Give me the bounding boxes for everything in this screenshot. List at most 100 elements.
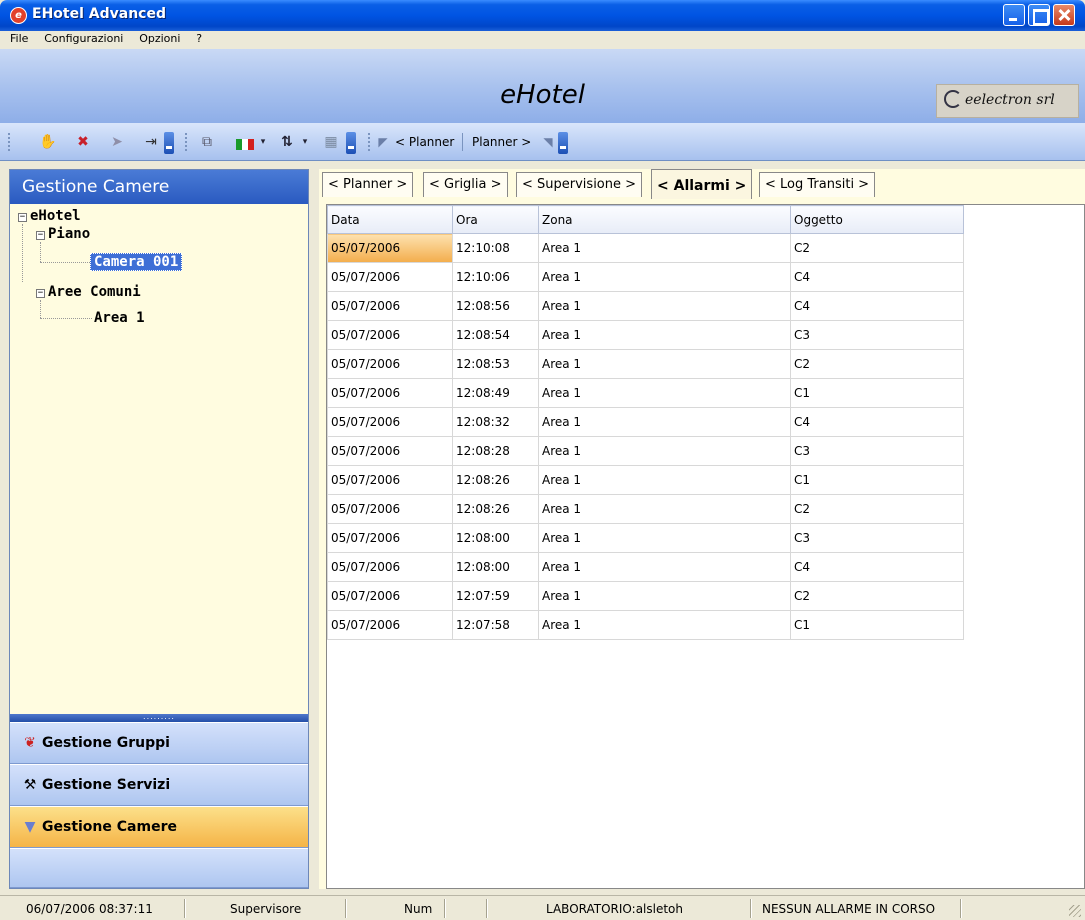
cell-ora[interactable]: 12:08:49: [452, 378, 539, 408]
tab-supervisione[interactable]: < Supervisione >: [516, 172, 643, 197]
toolbar-grip[interactable]: [368, 133, 370, 151]
cell-data[interactable]: 05/07/2006: [327, 320, 453, 350]
italian-flag-icon[interactable]: [236, 139, 254, 150]
column-header-data[interactable]: Data: [327, 205, 453, 234]
cell-data[interactable]: 05/07/2006: [327, 436, 453, 466]
cell-ora[interactable]: 12:08:53: [452, 349, 539, 379]
nav-gestione-servizi[interactable]: ⚒ Gestione Servizi: [10, 764, 308, 806]
cell-data[interactable]: 05/07/2006: [327, 552, 453, 582]
cell-zona[interactable]: Area 1: [538, 407, 791, 437]
cell-oggetto[interactable]: C2: [790, 494, 964, 524]
cell-zona[interactable]: Area 1: [538, 378, 791, 408]
cell-oggetto[interactable]: C4: [790, 262, 964, 292]
planner-next-button[interactable]: Planner >: [472, 135, 531, 149]
forward-arrow-icon[interactable]: ◥: [540, 132, 556, 152]
cell-data[interactable]: 05/07/2006: [327, 291, 453, 321]
cell-ora[interactable]: 12:08:54: [452, 320, 539, 350]
table-row[interactable]: 05/07/2006 12:08:28 Area 1 C3: [327, 436, 964, 466]
tree-node-aree-comuni[interactable]: − Aree Comuni: [36, 284, 141, 300]
cell-zona[interactable]: Area 1: [538, 233, 791, 263]
cell-zona[interactable]: Area 1: [538, 465, 791, 495]
cell-ora[interactable]: 12:08:56: [452, 291, 539, 321]
cell-zona[interactable]: Area 1: [538, 581, 791, 611]
collapse-icon[interactable]: −: [18, 213, 27, 222]
cell-oggetto[interactable]: C2: [790, 349, 964, 379]
maximize-button[interactable]: [1028, 4, 1050, 26]
cell-ora[interactable]: 12:10:08: [452, 233, 539, 263]
cell-ora[interactable]: 12:08:32: [452, 407, 539, 437]
column-header-zona[interactable]: Zona: [538, 205, 791, 234]
cell-ora[interactable]: 12:08:26: [452, 465, 539, 495]
panel-splitter[interactable]: .........: [10, 713, 308, 722]
table-row[interactable]: 05/07/2006 12:08:00 Area 1 C4: [327, 552, 964, 582]
language-dropdown-icon[interactable]: ▾: [256, 132, 270, 152]
cell-zona[interactable]: Area 1: [538, 552, 791, 582]
cell-ora[interactable]: 12:08:28: [452, 436, 539, 466]
cell-ora[interactable]: 12:07:58: [452, 610, 539, 640]
menu-file[interactable]: File: [0, 31, 34, 46]
tab-allarmi[interactable]: < Allarmi >: [651, 169, 753, 199]
nav-gestione-camere[interactable]: ▼ Gestione Camere: [10, 806, 308, 848]
tree-node-area-1[interactable]: Area 1: [94, 310, 145, 326]
tree-node-piano[interactable]: − Piano: [36, 226, 90, 242]
toolbar-chevron[interactable]: [346, 132, 356, 154]
cell-zona[interactable]: Area 1: [538, 291, 791, 321]
cell-data[interactable]: 05/07/2006: [327, 233, 453, 263]
forward-document-icon[interactable]: ➤: [106, 132, 128, 152]
cell-data[interactable]: 05/07/2006: [327, 349, 453, 379]
cell-oggetto[interactable]: C2: [790, 233, 964, 263]
cell-data[interactable]: 05/07/2006: [327, 581, 453, 611]
cell-zona[interactable]: Area 1: [538, 320, 791, 350]
table-row[interactable]: 05/07/2006 12:07:59 Area 1 C2: [327, 581, 964, 611]
table-row[interactable]: 05/07/2006 12:08:00 Area 1 C3: [327, 523, 964, 553]
table-row[interactable]: 05/07/2006 12:08:54 Area 1 C3: [327, 320, 964, 350]
planner-prev-button[interactable]: < Planner: [395, 135, 454, 149]
cell-oggetto[interactable]: C1: [790, 378, 964, 408]
exit-door-icon[interactable]: ⇥: [140, 132, 162, 152]
sort-updown-icon[interactable]: ⇅: [276, 132, 298, 152]
menu-configurazioni[interactable]: Configurazioni: [38, 31, 129, 46]
cell-oggetto[interactable]: C1: [790, 465, 964, 495]
table-row[interactable]: 05/07/2006 12:07:58 Area 1 C1: [327, 610, 964, 640]
table-row[interactable]: 05/07/2006 12:10:06 Area 1 C4: [327, 262, 964, 292]
tab-log-transiti[interactable]: < Log Transiti >: [759, 172, 876, 197]
table-row[interactable]: 05/07/2006 12:08:53 Area 1 C2: [327, 349, 964, 379]
table-row[interactable]: 05/07/2006 12:08:49 Area 1 C1: [327, 378, 964, 408]
minimize-button[interactable]: [1003, 4, 1025, 26]
tree-node-ehotel[interactable]: − eHotel: [18, 208, 81, 224]
cell-oggetto[interactable]: C3: [790, 523, 964, 553]
hand-icon[interactable]: ✋: [37, 132, 59, 152]
table-row[interactable]: 05/07/2006 12:08:56 Area 1 C4: [327, 291, 964, 321]
cell-zona[interactable]: Area 1: [538, 436, 791, 466]
cell-ora[interactable]: 12:10:06: [452, 262, 539, 292]
cell-data[interactable]: 05/07/2006: [327, 610, 453, 640]
menu-opzioni[interactable]: Opzioni: [133, 31, 186, 46]
cell-oggetto[interactable]: C4: [790, 407, 964, 437]
cell-zona[interactable]: Area 1: [538, 262, 791, 292]
cell-data[interactable]: 05/07/2006: [327, 523, 453, 553]
toolbar-chevron[interactable]: [558, 132, 568, 154]
cell-zona[interactable]: Area 1: [538, 349, 791, 379]
toolbar-grip[interactable]: [8, 133, 10, 151]
cell-oggetto[interactable]: C1: [790, 610, 964, 640]
table-row[interactable]: 05/07/2006 12:08:26 Area 1 C2: [327, 494, 964, 524]
tab-griglia[interactable]: < Griglia >: [423, 172, 508, 197]
cell-data[interactable]: 05/07/2006: [327, 378, 453, 408]
cell-zona[interactable]: Area 1: [538, 494, 791, 524]
cell-zona[interactable]: Area 1: [538, 610, 791, 640]
calendar-icon[interactable]: ▦: [320, 132, 342, 152]
cell-data[interactable]: 05/07/2006: [327, 494, 453, 524]
column-header-ora[interactable]: Ora: [452, 205, 539, 234]
collapse-icon[interactable]: −: [36, 231, 45, 240]
toolbar-chevron[interactable]: [164, 132, 174, 154]
cell-ora[interactable]: 12:07:59: [452, 581, 539, 611]
cell-oggetto[interactable]: C2: [790, 581, 964, 611]
cell-data[interactable]: 05/07/2006: [327, 407, 453, 437]
tab-planner[interactable]: < Planner >: [322, 172, 414, 197]
sort-dropdown-icon[interactable]: ▾: [298, 132, 312, 152]
cell-oggetto[interactable]: C3: [790, 436, 964, 466]
cell-oggetto[interactable]: C4: [790, 291, 964, 321]
window-icon[interactable]: ⧉: [196, 132, 218, 152]
cell-zona[interactable]: Area 1: [538, 523, 791, 553]
cell-oggetto[interactable]: C3: [790, 320, 964, 350]
